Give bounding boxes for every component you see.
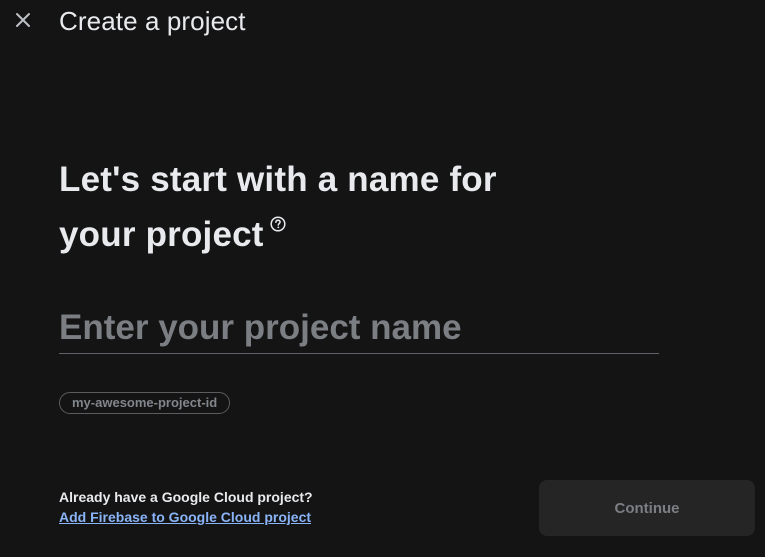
page-heading: Let's start with a name for your project xyxy=(59,152,579,262)
heading-line-1: Let's start with a name for xyxy=(59,160,497,199)
add-firebase-link[interactable]: Add Firebase to Google Cloud project xyxy=(59,509,311,525)
project-id-chip[interactable]: my-awesome-project-id xyxy=(59,392,231,414)
close-button[interactable] xyxy=(10,7,36,33)
continue-button[interactable]: Continue xyxy=(539,480,755,536)
already-have-project-text: Already have a Google Cloud project? xyxy=(59,489,313,505)
close-icon xyxy=(16,13,30,27)
project-name-input[interactable] xyxy=(59,302,659,354)
page-title: Create a project xyxy=(59,6,246,36)
heading-line-2-text: your project xyxy=(59,215,264,254)
create-project-page: Create a project Let's start with a name… xyxy=(0,0,765,557)
help-circle-icon[interactable] xyxy=(270,193,286,232)
heading-line-2: your project xyxy=(59,207,579,262)
